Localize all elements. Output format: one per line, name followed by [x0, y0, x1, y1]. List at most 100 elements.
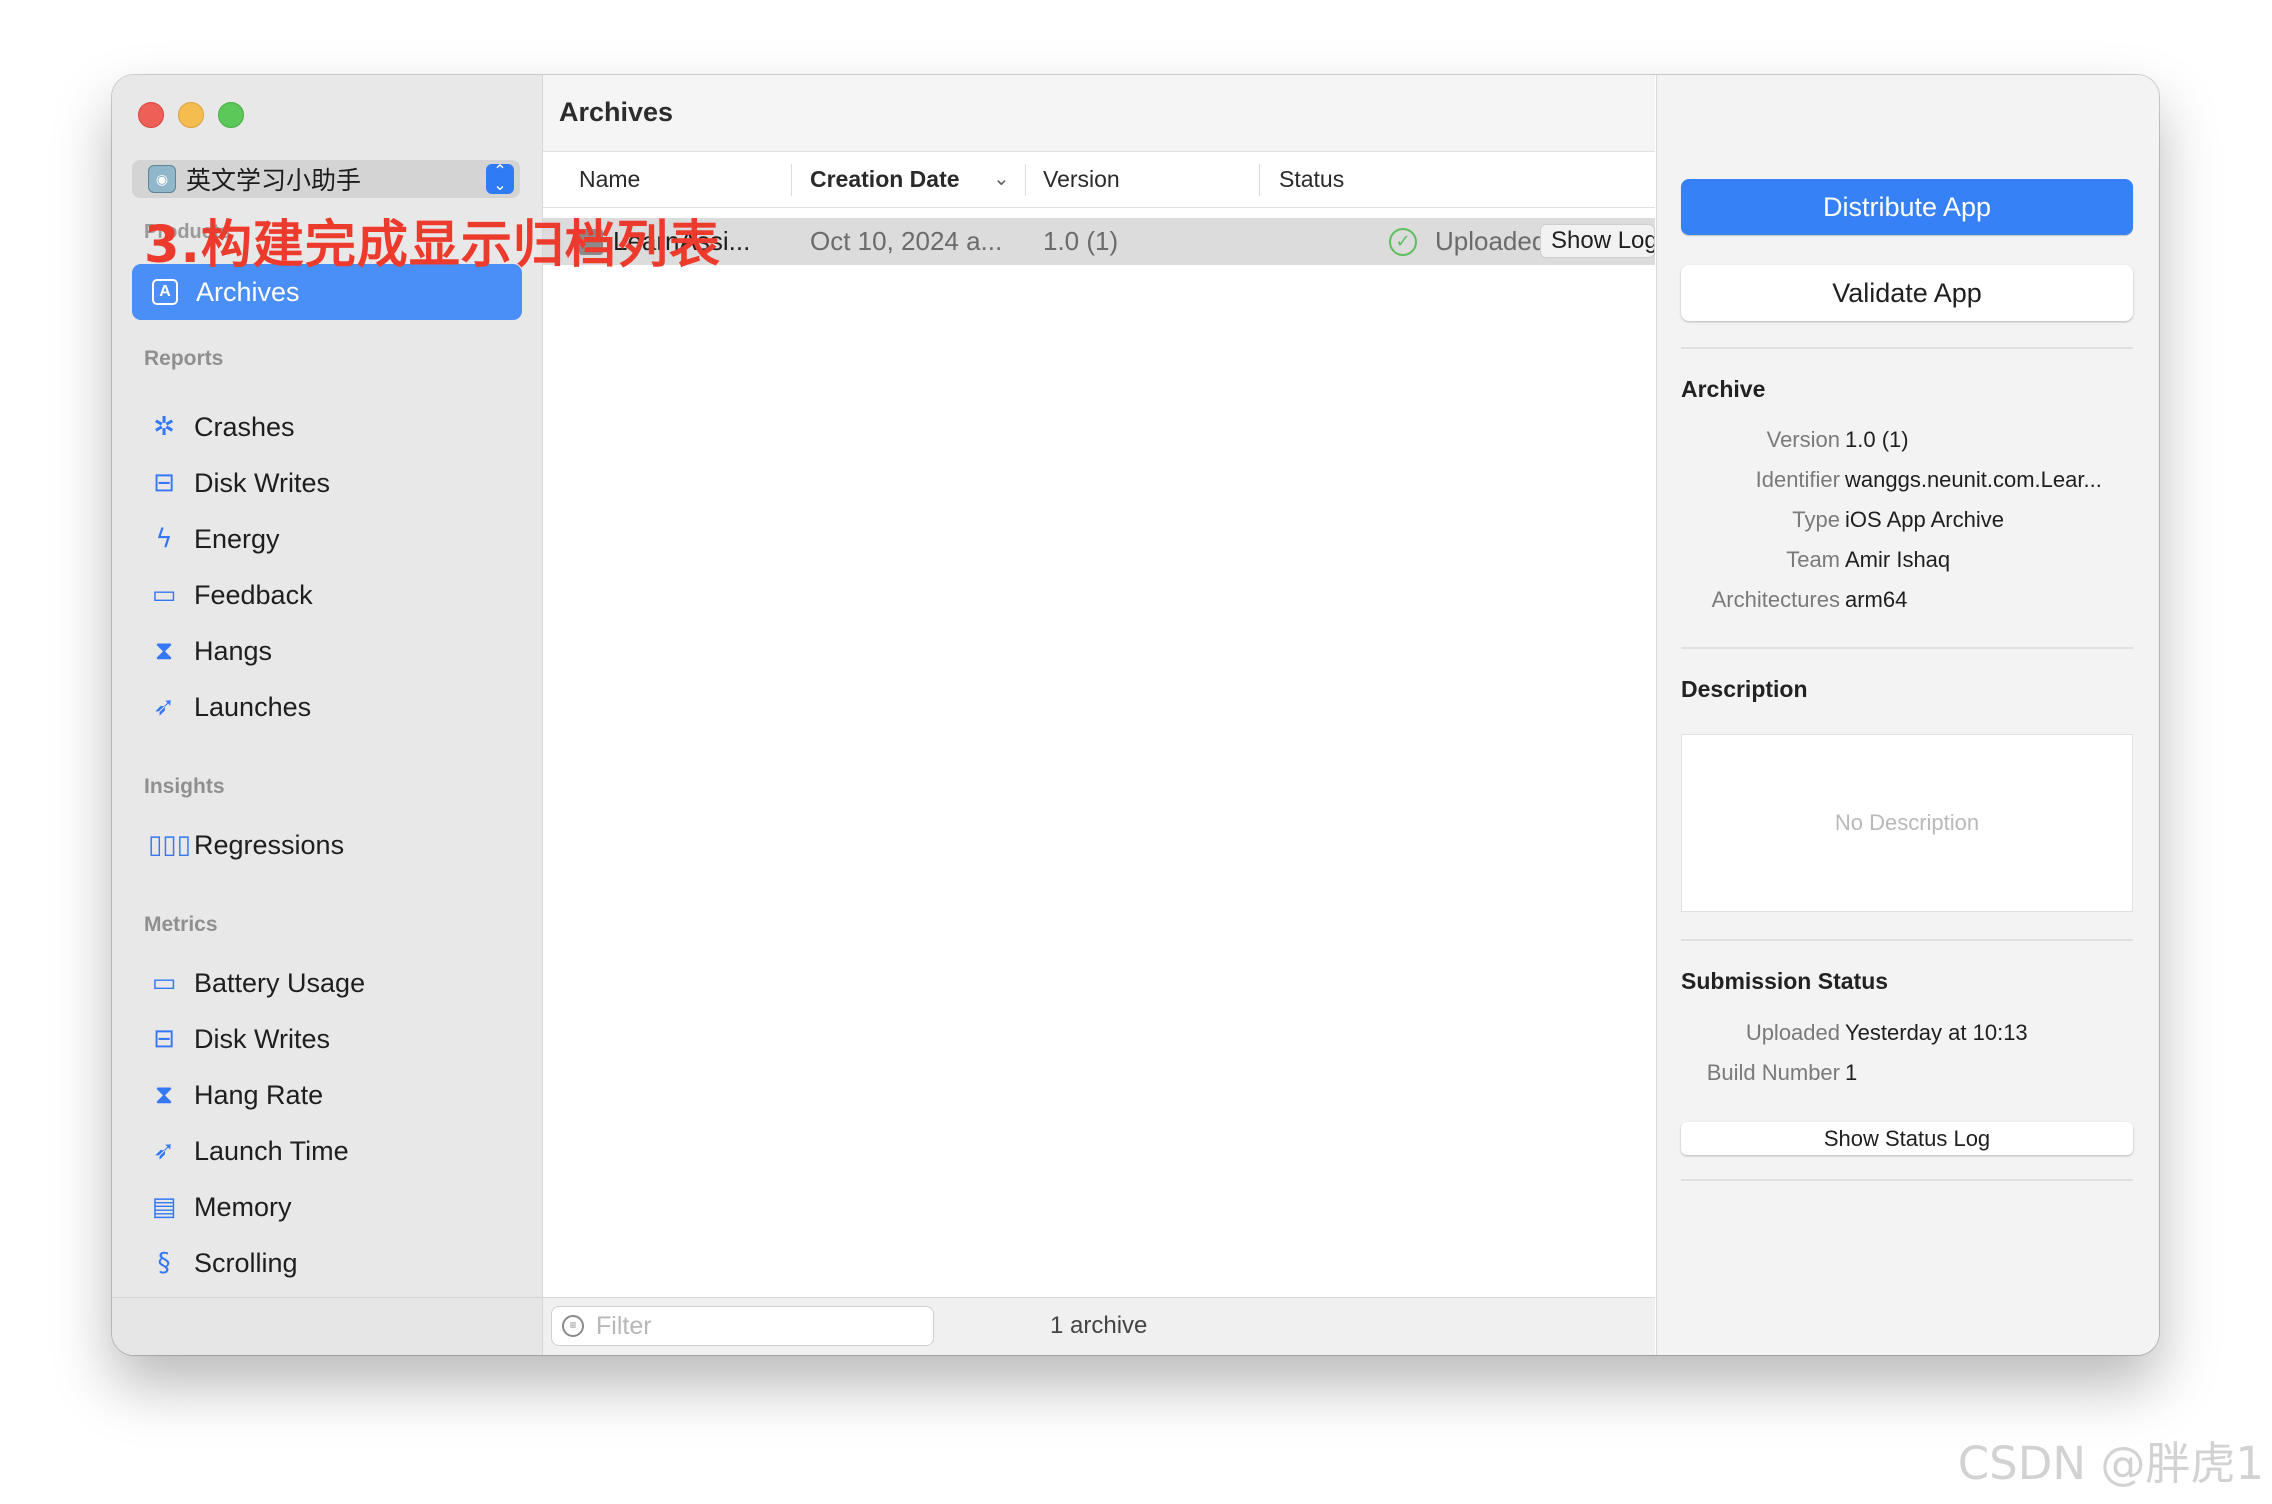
field-value: Yesterday at 10:13 [1845, 1020, 2028, 1045]
chevron-down-icon: ⌄ [993, 168, 1010, 190]
sidebar-item-scrolling[interactable]: § Scrolling [148, 1243, 298, 1283]
inspector-pane: Distribute App Validate App Archive Vers… [1656, 75, 2159, 1355]
watermark: CSDN @胖虎1 [1957, 1437, 2264, 1490]
divider [1681, 347, 2133, 349]
chevron-up-down-icon: ⌃ ⌄ [486, 164, 514, 194]
sidebar-item-disk-writes[interactable]: ⊟ Disk Writes [148, 463, 330, 503]
sidebar-item-label: Launches [194, 691, 312, 722]
insights-section-header: Insights [144, 775, 225, 798]
table-header: Name Creation Date ⌄ Version Status [543, 152, 1655, 208]
show-log-button[interactable]: Show Log [1540, 224, 1655, 258]
sidebar-item-label: Hangs [194, 635, 273, 666]
sidebar-item-label: Archives [196, 276, 300, 307]
memory-chip-icon: ▤ [151, 1192, 177, 1222]
reports-section-header: Reports [144, 347, 224, 370]
column-divider[interactable] [791, 164, 792, 196]
filter-icon: ≡ [562, 1315, 584, 1337]
sidebar-item-label: Crashes [194, 411, 295, 442]
creation-date-cell: Oct 10, 2024 a... [810, 226, 1003, 256]
sidebar-item-label: Disk Writes [194, 1023, 331, 1054]
checkmark-circle-icon: ✓ [1389, 227, 1417, 256]
field-value: 1.0 (1) [1845, 427, 1909, 452]
archives-footer: ≡ 1 archive [543, 1297, 1655, 1355]
minimize-window-button[interactable] [178, 102, 204, 128]
sidebar-item-launch-time[interactable]: ➶ Launch Time [148, 1131, 349, 1171]
sidebar-item-label: Hang Rate [194, 1079, 324, 1110]
column-divider[interactable] [1025, 164, 1026, 196]
field-label: Architectures [1711, 587, 1840, 612]
metrics-section-header: Metrics [144, 913, 218, 936]
sidebar-item-label: Regressions [194, 829, 345, 860]
bolt-icon: ϟ [155, 524, 173, 554]
organizer-window: ◉ 英文学习小助手 ⌃ ⌄ Products 3.构建完成显示归档列表 A Arc… [112, 75, 2159, 1355]
distribute-app-button[interactable]: Distribute App [1681, 179, 2133, 235]
version-cell: 1.0 (1) [1043, 226, 1119, 256]
column-header-status[interactable]: Status [1279, 152, 1344, 207]
column-header-version[interactable]: Version [1043, 152, 1120, 207]
zoom-window-button[interactable] [218, 102, 244, 128]
field-value: wanggs.neunit.com.Lear... [1845, 467, 2102, 492]
field-label: Identifier [1755, 467, 1840, 492]
field-label: Type [1792, 507, 1840, 532]
sidebar-item-label: Scrolling [194, 1247, 298, 1278]
filter-input[interactable] [594, 1310, 898, 1342]
sidebar-item-energy[interactable]: ϟ Energy [148, 519, 280, 559]
archive-section-heading: Archive [1681, 376, 1766, 402]
field-label: Team [1786, 547, 1840, 572]
sidebar-item-label: Disk Writes [194, 467, 331, 498]
sidebar-item-label: Memory [194, 1191, 292, 1222]
sidebar-item-label: Battery Usage [194, 967, 366, 998]
description-section-heading: Description [1681, 676, 1808, 702]
app-icon: ◉ [148, 165, 176, 193]
description-field[interactable]: No Description [1681, 734, 2133, 912]
crash-star-icon: ✲ [153, 412, 175, 442]
sidebar-item-hang-rate[interactable]: ⧗ Hang Rate [148, 1075, 323, 1115]
archives-header: Archives [543, 75, 1655, 152]
validate-app-button[interactable]: Validate App [1681, 265, 2133, 321]
divider [1681, 939, 2133, 941]
annotation-caption: 3.构建完成显示归档列表 [144, 216, 721, 275]
rocket-icon: ➶ [153, 692, 175, 722]
column-header-name[interactable]: Name [579, 152, 640, 207]
hourglass-icon: ⧗ [154, 635, 174, 666]
sidebar-item-launches[interactable]: ➶ Launches [148, 687, 311, 727]
sidebar-item-memory[interactable]: ▤ Memory [148, 1187, 292, 1227]
disk-icon: ⊟ [153, 468, 175, 498]
filter-field[interactable]: ≡ [551, 1306, 934, 1346]
product-name: 英文学习小助手 [186, 167, 362, 195]
field-label: Build Number [1706, 1060, 1840, 1085]
sidebar-item-battery-usage[interactable]: ▭ Battery Usage [148, 963, 365, 1003]
submission-section-heading: Submission Status [1681, 968, 1889, 994]
sidebar-item-feedback[interactable]: ▭ Feedback [148, 575, 313, 615]
battery-icon: ▭ [151, 968, 177, 998]
hourglass-icon: ⧗ [154, 1079, 174, 1110]
field-value: Amir Ishaq [1845, 547, 1951, 572]
sidebar-footer [112, 1297, 542, 1355]
product-selector[interactable]: ◉ 英文学习小助手 ⌃ ⌄ [132, 160, 520, 198]
column-divider[interactable] [1259, 164, 1260, 196]
speech-bubble-icon: ▭ [151, 580, 177, 610]
page-title: Archives [559, 97, 674, 127]
sidebar-item-regressions[interactable]: ▯▯▯ Regressions [148, 825, 344, 865]
rocket-icon: ➶ [153, 1136, 175, 1166]
divider [1681, 1179, 2133, 1181]
divider [1681, 647, 2133, 649]
sidebar: ◉ 英文学习小助手 ⌃ ⌄ Products 3.构建完成显示归档列表 A Arc… [112, 75, 720, 1355]
archive-count: 1 archive [1050, 1312, 1148, 1339]
column-header-creation-date[interactable]: Creation Date [810, 152, 960, 207]
field-value: arm64 [1845, 587, 1908, 612]
sidebar-item-label: Energy [194, 523, 280, 554]
sidebar-item-metric-disk-writes[interactable]: ⊟ Disk Writes [148, 1019, 330, 1059]
field-value: iOS App Archive [1845, 507, 2004, 532]
sidebar-item-label: Launch Time [194, 1135, 349, 1166]
sidebar-item-hangs[interactable]: ⧗ Hangs [148, 631, 272, 671]
close-window-button[interactable] [138, 102, 164, 128]
disk-icon: ⊟ [153, 1024, 175, 1054]
field-value: 1 [1845, 1060, 1858, 1085]
field-label: Version [1766, 427, 1840, 452]
sidebar-item-crashes[interactable]: ✲ Crashes [148, 407, 295, 447]
scroll-icon: § [157, 1248, 171, 1278]
field-label: Uploaded [1745, 1020, 1840, 1045]
show-status-log-button[interactable]: Show Status Log [1681, 1122, 2133, 1155]
bar-chart-icon: ▯▯▯ [148, 830, 191, 860]
